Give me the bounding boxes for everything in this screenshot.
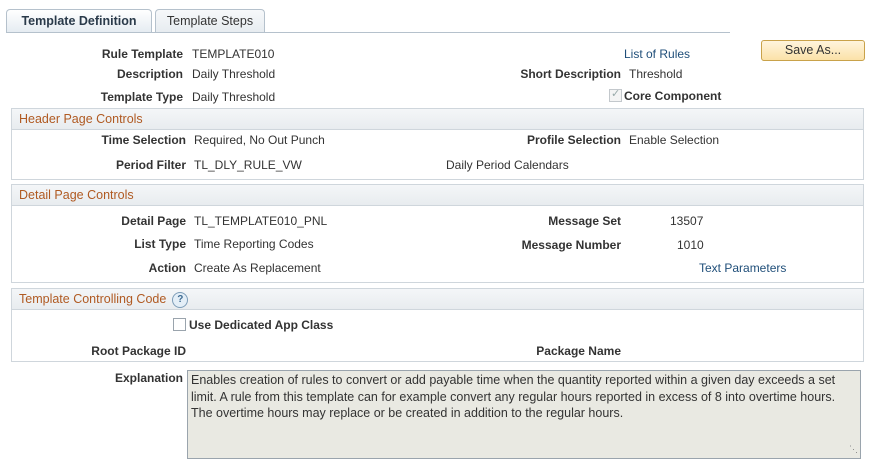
short-description-value: Threshold [629, 67, 683, 81]
root-package-id-label: Root Package ID [91, 344, 186, 358]
message-set-label: Message Set [548, 214, 621, 228]
action-value: Create As Replacement [194, 261, 321, 275]
use-dedicated-app-class-checkbox[interactable] [173, 318, 186, 331]
list-of-rules-link[interactable]: List of Rules [624, 47, 690, 61]
detail-page-label: Detail Page [121, 214, 186, 228]
text-parameters-link[interactable]: Text Parameters [699, 261, 786, 275]
tab-template-steps[interactable]: Template Steps [155, 9, 265, 32]
detail-page-controls-title: Detail Page Controls [12, 185, 863, 206]
period-filter-label: Period Filter [115, 158, 186, 172]
core-component-checkbox [609, 87, 622, 102]
template-type-label: Template Type [100, 90, 183, 104]
explanation-textarea[interactable]: Enables creation of rules to convert or … [187, 370, 861, 459]
template-type-value: Daily Threshold [192, 90, 276, 104]
help-icon[interactable]: ? [172, 291, 189, 308]
time-selection-value: Required, No Out Punch [194, 133, 325, 147]
template-controlling-code-header: Template Controlling Code? [12, 289, 863, 310]
profile-selection-label: Profile Selection [526, 133, 621, 147]
template-controlling-code-title: Template Controlling Code [19, 292, 167, 306]
list-type-label: List Type [134, 237, 186, 251]
resize-grip-icon[interactable]: ⋱ [849, 441, 858, 458]
message-number-label: Message Number [521, 238, 621, 252]
core-component-label: Core Component [624, 89, 722, 103]
period-filter-description: Daily Period Calendars [446, 158, 569, 172]
period-filter-value: TL_DLY_RULE_VW [194, 158, 302, 172]
profile-selection-value: Enable Selection [629, 133, 720, 147]
header-page-controls-title: Header Page Controls [12, 109, 863, 130]
package-name-label: Package Name [536, 344, 621, 358]
rule-template-label: Rule Template [101, 47, 183, 61]
short-description-label: Short Description [520, 67, 621, 81]
detail-page-value: TL_TEMPLATE010_PNL [194, 214, 328, 228]
tab-underline [6, 32, 730, 33]
save-as-button[interactable]: Save As... [761, 40, 865, 61]
message-number-value: 1010 [677, 238, 704, 252]
description-label: Description [116, 67, 183, 81]
rule-template-value: TEMPLATE010 [192, 47, 275, 61]
message-set-value: 13507 [670, 214, 704, 228]
explanation-text: Enables creation of rules to convert or … [191, 373, 836, 420]
tab-template-definition[interactable]: Template Definition [6, 9, 152, 33]
description-value: Daily Threshold [192, 67, 276, 81]
action-label: Action [148, 261, 186, 275]
use-dedicated-app-class-label: Use Dedicated App Class [189, 318, 334, 332]
time-selection-label: Time Selection [101, 133, 186, 147]
explanation-label: Explanation [114, 371, 183, 385]
list-type-value: Time Reporting Codes [194, 237, 314, 251]
